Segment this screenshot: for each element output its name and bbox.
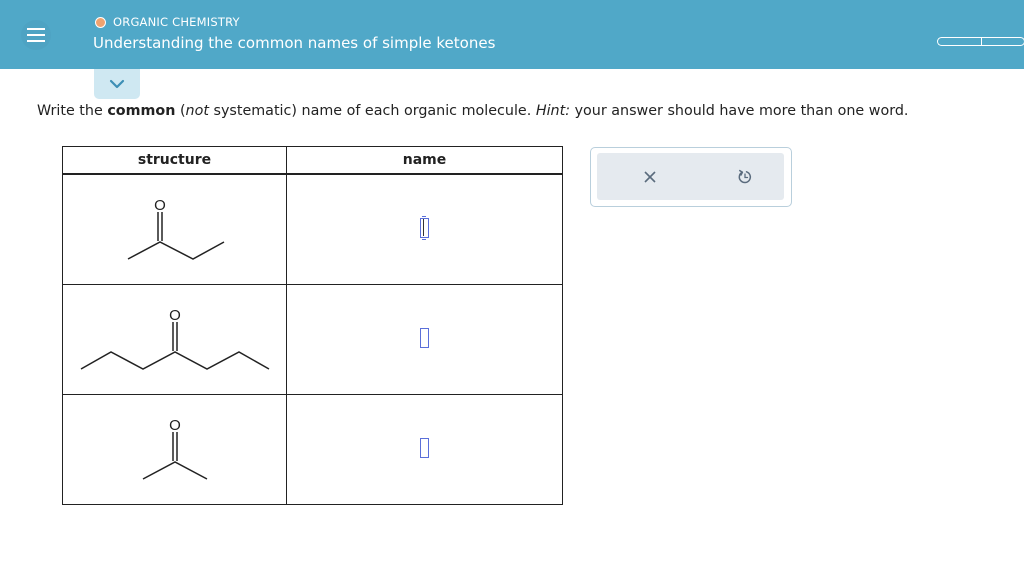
undo-icon [738,169,752,184]
topic-row: ORGANIC CHEMISTRY [95,14,240,30]
header-name: name [286,146,563,175]
menu-icon [21,20,51,50]
clear-button[interactable] [638,165,662,189]
question-text: Write the common (not systematic) name o… [37,103,908,119]
table-row: O [62,394,563,505]
undo-button[interactable] [733,165,757,189]
close-icon [644,171,656,183]
collapse-toggle-button[interactable] [94,69,140,99]
chevron-down-icon [109,79,125,89]
topic-status-icon [95,16,106,28]
structure-cell: O [62,173,287,285]
hint-text: your answer should have more than one wo… [570,103,909,119]
progress-bar [937,37,1024,46]
tools-toolbar [597,153,784,200]
answer-input[interactable] [420,215,429,240]
header-structure: structure [62,146,287,175]
hint-label: Hint: [535,103,571,119]
menu-button[interactable] [17,19,55,51]
answer-cell [286,284,563,395]
question-part: Write the [37,103,108,119]
top-bar: ORGANIC CHEMISTRY Understanding the comm… [0,0,1024,69]
answer-input[interactable] [420,327,429,348]
answer-cell [286,173,563,285]
structure-cell: O [62,284,287,395]
answer-cell [286,394,563,505]
molecule-structure: O [80,307,270,370]
page-title: Understanding the common names of simple… [93,34,496,52]
molecule-structure: O [142,417,208,480]
structure-cell: O [62,394,287,505]
table-row: O [62,173,563,285]
progress-segment [937,37,981,46]
answer-tools-panel [590,147,792,207]
oxygen-atom-label: O [154,197,166,214]
answer-table: structure name O O O [62,146,563,505]
question-part: systematic) name of each organic molecul… [208,103,536,119]
table-row: O [62,284,563,395]
answer-input[interactable] [420,437,429,458]
question-italic: not [185,103,209,119]
progress-segment [981,37,1024,46]
text-caret [423,218,424,236]
question-emphasis: common [107,103,176,119]
molecule-structure: O [127,197,225,260]
oxygen-atom-label: O [169,417,181,434]
oxygen-atom-label: O [169,307,181,324]
question-part: ( [175,103,186,119]
topic-label: ORGANIC CHEMISTRY [113,15,240,29]
